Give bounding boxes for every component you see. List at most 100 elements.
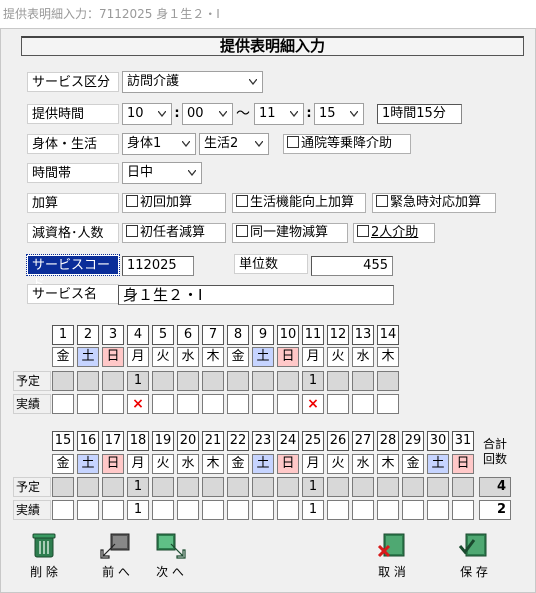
actual-cell[interactable] [52,500,74,520]
plan-cell[interactable]: 1 [127,371,149,391]
plan-cell[interactable] [152,477,174,497]
plan-cell[interactable] [452,477,474,497]
day-number: 10 [277,325,299,345]
plan-cell[interactable] [52,371,74,391]
actual-cell[interactable] [177,500,199,520]
weekday-cell: 金 [227,347,249,367]
plan-cell[interactable] [152,371,174,391]
plan-cell[interactable] [102,477,124,497]
service-code-field[interactable]: 112025 [122,256,194,276]
plan-cell[interactable] [77,371,99,391]
actual-cell[interactable] [227,500,249,520]
actual-cell[interactable] [177,394,199,414]
end-minute-select[interactable]: 15 [314,103,364,125]
actual-cell[interactable] [377,394,399,414]
actual-cell[interactable] [452,500,474,520]
actual-cell[interactable] [202,500,224,520]
body-life-label: 身体・生活 [27,134,119,154]
plan-cell[interactable] [252,477,274,497]
plan-cell[interactable] [202,477,224,497]
weekday-cell: 日 [452,454,474,474]
plan-cell[interactable]: 1 [302,371,324,391]
next-button[interactable]: 次 へ [140,530,200,580]
actual-cell[interactable] [252,394,274,414]
actual-cell[interactable] [327,500,349,520]
plan-cell[interactable] [277,371,299,391]
plan-cell[interactable] [177,477,199,497]
actual-cell[interactable] [202,394,224,414]
actual-cell[interactable] [102,394,124,414]
plan-cell[interactable]: 1 [302,477,324,497]
two-person-assist-checkbox[interactable]: 2人介助 [353,223,435,243]
beginner-reduction-checkbox[interactable]: 初任者減算 [122,223,226,243]
plan-cell[interactable] [377,371,399,391]
service-type-select[interactable]: 訪問介護 [122,71,263,93]
actual-cell[interactable] [52,394,74,414]
start-minute-select[interactable]: 00 [182,103,233,125]
actual-cell[interactable]: 1 [302,500,324,520]
same-building-reduction-checkbox[interactable]: 同一建物減算 [232,223,348,243]
actual-cell[interactable] [227,394,249,414]
start-hour-select[interactable]: 10 [122,103,172,125]
life-select[interactable]: 生活2 [199,133,269,155]
life-function-addition-checkbox[interactable]: 生活機能向上加算 [232,193,366,213]
actual-cell[interactable]: × [127,394,149,414]
time-zone-select[interactable]: 日中 [122,162,202,184]
actual-cell[interactable] [352,394,374,414]
actual-cell[interactable] [77,394,99,414]
actual-cell[interactable]: × [302,394,324,414]
plan-cell[interactable] [402,477,424,497]
day-number: 18 [127,431,149,451]
plan-total: 4 [479,477,511,497]
actual-cell[interactable]: 1 [127,500,149,520]
plan-cell[interactable] [227,371,249,391]
plan-cell[interactable] [102,371,124,391]
actual-cell[interactable] [402,500,424,520]
actual-cell[interactable] [252,500,274,520]
weekday-cell: 月 [127,454,149,474]
time-zone-value: 日中 [127,165,154,180]
time-zone-label: 時間帯 [27,163,119,183]
cancel-button[interactable]: 取 消 [362,530,422,580]
checkbox-icon [126,225,138,237]
plan-cell[interactable] [252,371,274,391]
actual-cell[interactable] [327,394,349,414]
plan-cell[interactable] [377,477,399,497]
unit-count-field[interactable]: 455 [311,256,393,276]
body-select[interactable]: 身体1 [122,133,196,155]
plan-cell[interactable] [202,371,224,391]
plan-cell[interactable] [52,477,74,497]
actual-cell[interactable] [152,394,174,414]
prev-button[interactable]: 前 へ [86,530,146,580]
time-tilde: ～ [236,106,250,122]
plan-cell[interactable] [277,477,299,497]
save-check-icon [458,533,487,557]
day-number: 11 [302,325,324,345]
plan-cell[interactable] [177,371,199,391]
actual-cell[interactable] [277,500,299,520]
plan-cell[interactable] [427,477,449,497]
day-number: 3 [102,325,124,345]
service-name-field[interactable]: 身１生２・Ⅰ [118,285,394,305]
plan-cell[interactable] [227,477,249,497]
plan-cell[interactable] [327,371,349,391]
end-hour-select[interactable]: 11 [254,103,304,125]
actual-cell[interactable] [427,500,449,520]
actual-cell[interactable] [277,394,299,414]
emergency-addition-checkbox[interactable]: 緊急時対応加算 [372,193,496,213]
plan-cell[interactable] [352,371,374,391]
actual-cell[interactable] [102,500,124,520]
actual-cell[interactable] [352,500,374,520]
actual-cell[interactable] [77,500,99,520]
delete-button[interactable]: 削 除 [14,530,74,580]
actual-cell[interactable] [152,500,174,520]
transfer-assist-checkbox[interactable]: 通院等乗降介助 [283,134,411,154]
checkbox-icon [236,195,248,207]
save-button[interactable]: 保 存 [444,530,504,580]
first-visit-addition-checkbox[interactable]: 初回加算 [122,193,226,213]
plan-cell[interactable]: 1 [127,477,149,497]
plan-cell[interactable] [327,477,349,497]
plan-cell[interactable] [77,477,99,497]
actual-cell[interactable] [377,500,399,520]
plan-cell[interactable] [352,477,374,497]
